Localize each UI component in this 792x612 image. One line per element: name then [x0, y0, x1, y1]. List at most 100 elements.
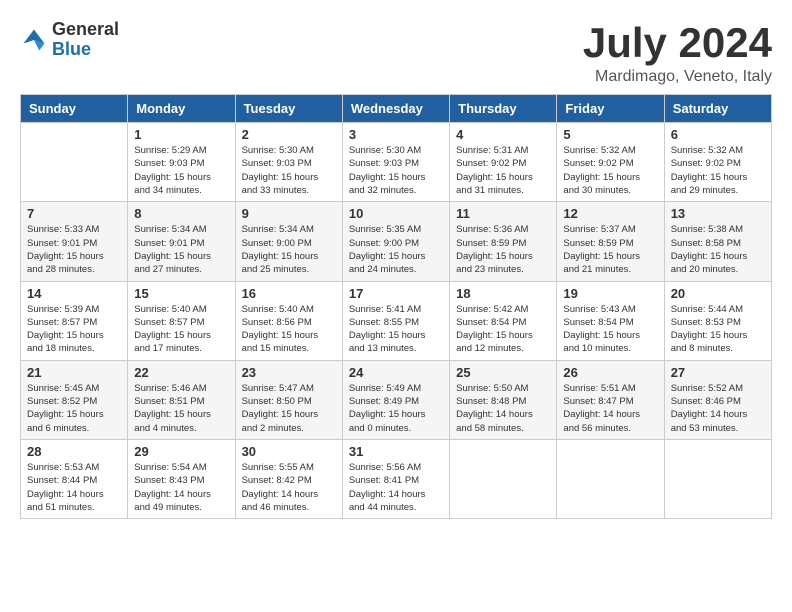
calendar-cell: 9Sunrise: 5:34 AM Sunset: 9:00 PM Daylig… [235, 202, 342, 281]
weekday-header-sunday: Sunday [21, 95, 128, 123]
title-block: July 2024 Mardimago, Veneto, Italy [583, 20, 772, 86]
logo-blue-text: Blue [52, 39, 91, 59]
day-info: Sunrise: 5:30 AM Sunset: 9:03 PM Dayligh… [242, 144, 336, 197]
day-number: 26 [563, 365, 657, 380]
calendar-cell: 15 Sunrise: 5:40 AM Sunset: 8:57 PM Dayli… [128, 281, 235, 360]
day-info: Sunrise: 5:38 AM Sunset: 8:58 PM Dayligh… [671, 223, 765, 276]
calendar-week-row: 14 Sunrise: 5:39 AM Sunset: 8:57 PM Dayli… [21, 281, 772, 360]
day-number: 16 [242, 286, 336, 301]
month-title: July 2024 [583, 20, 772, 66]
calendar-cell: 10Sunrise: 5:35 AM Sunset: 9:00 PM Dayli… [342, 202, 449, 281]
calendar-cell: 21 Sunrise: 5:45 AM Sunset: 8:52 PM Dayli… [21, 360, 128, 439]
day-info: Sunrise: 5:52 AM Sunset: 8:46 PM Dayligh… [671, 382, 765, 435]
day-info: Sunrise: 5:29 AM Sunset: 9:03 PM Dayligh… [134, 144, 228, 197]
calendar-cell: 23 Sunrise: 5:47 AM Sunset: 8:50 PM Dayli… [235, 360, 342, 439]
day-info: Sunrise: 5:37 AM Sunset: 8:59 PM Dayligh… [563, 223, 657, 276]
calendar-cell: 31Sunrise: 5:56 AM Sunset: 8:41 PM Dayli… [342, 439, 449, 518]
day-number: 29 [134, 444, 228, 459]
calendar-cell: 24 Sunrise: 5:49 AM Sunset: 8:49 PM Dayli… [342, 360, 449, 439]
day-number: 18 [456, 286, 550, 301]
logo-general-text: General [52, 19, 119, 39]
day-info: Sunrise: 5:56 AM Sunset: 8:41 PM Dayligh… [349, 461, 443, 514]
calendar-cell: 4 Sunrise: 5:31 AM Sunset: 9:02 PM Daylig… [450, 123, 557, 202]
day-number: 6 [671, 127, 765, 142]
calendar-cell: 19Sunrise: 5:43 AM Sunset: 8:54 PM Dayli… [557, 281, 664, 360]
day-info: Sunrise: 5:51 AM Sunset: 8:47 PM Dayligh… [563, 382, 657, 435]
calendar-week-row: 1 Sunrise: 5:29 AM Sunset: 9:03 PM Daylig… [21, 123, 772, 202]
day-number: 5 [563, 127, 657, 142]
day-number: 1 [134, 127, 228, 142]
day-info: Sunrise: 5:30 AM Sunset: 9:03 PM Dayligh… [349, 144, 443, 197]
day-number: 8 [134, 206, 228, 221]
calendar-cell: 3 Sunrise: 5:30 AM Sunset: 9:03 PM Daylig… [342, 123, 449, 202]
day-number: 17 [349, 286, 443, 301]
calendar-cell: 7Sunrise: 5:33 AM Sunset: 9:01 PM Daylig… [21, 202, 128, 281]
weekday-header-saturday: Saturday [664, 95, 771, 123]
day-number: 27 [671, 365, 765, 380]
day-number: 12 [563, 206, 657, 221]
day-number: 22 [134, 365, 228, 380]
calendar-cell [21, 123, 128, 202]
day-info: Sunrise: 5:40 AM Sunset: 8:56 PM Dayligh… [242, 303, 336, 356]
day-info: Sunrise: 5:47 AM Sunset: 8:50 PM Dayligh… [242, 382, 336, 435]
weekday-header-thursday: Thursday [450, 95, 557, 123]
day-info: Sunrise: 5:49 AM Sunset: 8:49 PM Dayligh… [349, 382, 443, 435]
weekday-header-tuesday: Tuesday [235, 95, 342, 123]
day-info: Sunrise: 5:31 AM Sunset: 9:02 PM Dayligh… [456, 144, 550, 197]
day-info: Sunrise: 5:39 AM Sunset: 8:57 PM Dayligh… [27, 303, 121, 356]
day-number: 3 [349, 127, 443, 142]
calendar-cell: 27 Sunrise: 5:52 AM Sunset: 8:46 PM Dayli… [664, 360, 771, 439]
calendar-cell: 2 Sunrise: 5:30 AM Sunset: 9:03 PM Daylig… [235, 123, 342, 202]
weekday-header-wednesday: Wednesday [342, 95, 449, 123]
weekday-header-monday: Monday [128, 95, 235, 123]
calendar-cell: 17 Sunrise: 5:41 AM Sunset: 8:55 PM Dayli… [342, 281, 449, 360]
day-info: Sunrise: 5:34 AM Sunset: 9:01 PM Dayligh… [134, 223, 228, 276]
day-info: Sunrise: 5:44 AM Sunset: 8:53 PM Dayligh… [671, 303, 765, 356]
day-number: 24 [349, 365, 443, 380]
day-number: 23 [242, 365, 336, 380]
day-number: 9 [242, 206, 336, 221]
calendar-cell [450, 439, 557, 518]
calendar-cell: 1 Sunrise: 5:29 AM Sunset: 9:03 PM Daylig… [128, 123, 235, 202]
day-info: Sunrise: 5:53 AM Sunset: 8:44 PM Dayligh… [27, 461, 121, 514]
calendar-cell: 12 Sunrise: 5:37 AM Sunset: 8:59 PM Dayli… [557, 202, 664, 281]
day-number: 11 [456, 206, 550, 221]
day-info: Sunrise: 5:43 AM Sunset: 8:54 PM Dayligh… [563, 303, 657, 356]
calendar-cell: 30 Sunrise: 5:55 AM Sunset: 8:42 PM Dayli… [235, 439, 342, 518]
calendar-week-row: 28 Sunrise: 5:53 AM Sunset: 8:44 PM Dayli… [21, 439, 772, 518]
day-number: 2 [242, 127, 336, 142]
day-info: Sunrise: 5:55 AM Sunset: 8:42 PM Dayligh… [242, 461, 336, 514]
day-info: Sunrise: 5:40 AM Sunset: 8:57 PM Dayligh… [134, 303, 228, 356]
day-number: 20 [671, 286, 765, 301]
day-number: 28 [27, 444, 121, 459]
day-info: Sunrise: 5:36 AM Sunset: 8:59 PM Dayligh… [456, 223, 550, 276]
day-info: Sunrise: 5:32 AM Sunset: 9:02 PM Dayligh… [671, 144, 765, 197]
day-info: Sunrise: 5:54 AM Sunset: 8:43 PM Dayligh… [134, 461, 228, 514]
day-info: Sunrise: 5:41 AM Sunset: 8:55 PM Dayligh… [349, 303, 443, 356]
calendar-cell: 5Sunrise: 5:32 AM Sunset: 9:02 PM Daylig… [557, 123, 664, 202]
calendar-week-row: 21 Sunrise: 5:45 AM Sunset: 8:52 PM Dayli… [21, 360, 772, 439]
calendar-cell: 13 Sunrise: 5:38 AM Sunset: 8:58 PM Dayli… [664, 202, 771, 281]
calendar-cell: 26 Sunrise: 5:51 AM Sunset: 8:47 PM Dayli… [557, 360, 664, 439]
day-number: 13 [671, 206, 765, 221]
calendar-cell: 6 Sunrise: 5:32 AM Sunset: 9:02 PM Daylig… [664, 123, 771, 202]
calendar-cell: 8 Sunrise: 5:34 AM Sunset: 9:01 PM Daylig… [128, 202, 235, 281]
day-number: 14 [27, 286, 121, 301]
day-info: Sunrise: 5:45 AM Sunset: 8:52 PM Dayligh… [27, 382, 121, 435]
day-info: Sunrise: 5:50 AM Sunset: 8:48 PM Dayligh… [456, 382, 550, 435]
day-number: 4 [456, 127, 550, 142]
day-number: 25 [456, 365, 550, 380]
logo: General Blue [20, 20, 119, 60]
calendar-cell: 20 Sunrise: 5:44 AM Sunset: 8:53 PM Dayli… [664, 281, 771, 360]
day-number: 15 [134, 286, 228, 301]
calendar-week-row: 7Sunrise: 5:33 AM Sunset: 9:01 PM Daylig… [21, 202, 772, 281]
calendar-cell: 16 Sunrise: 5:40 AM Sunset: 8:56 PM Dayli… [235, 281, 342, 360]
day-number: 30 [242, 444, 336, 459]
day-number: 10 [349, 206, 443, 221]
day-info: Sunrise: 5:42 AM Sunset: 8:54 PM Dayligh… [456, 303, 550, 356]
calendar-cell: 14 Sunrise: 5:39 AM Sunset: 8:57 PM Dayli… [21, 281, 128, 360]
page-header: General Blue July 2024 Mardimago, Veneto… [20, 20, 772, 86]
day-number: 21 [27, 365, 121, 380]
logo-icon [20, 26, 48, 54]
location-text: Mardimago, Veneto, Italy [583, 68, 772, 86]
